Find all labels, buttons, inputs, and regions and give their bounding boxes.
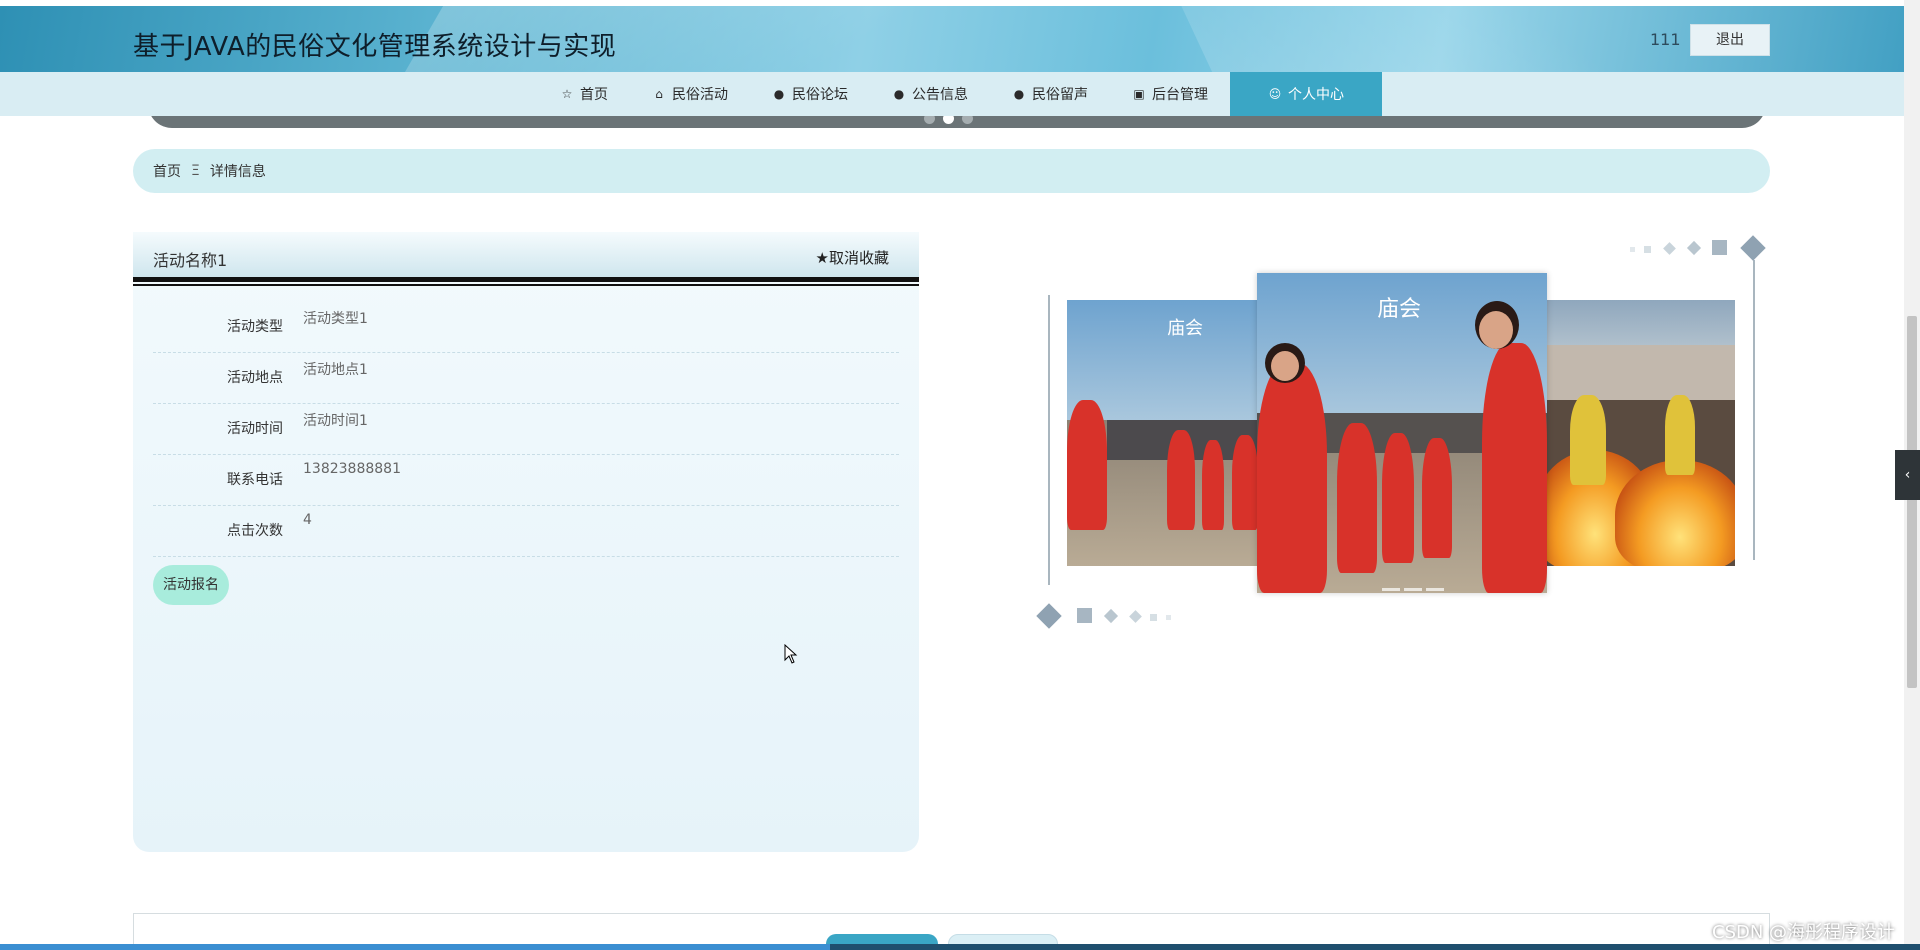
nav-item-label: 后台管理: [1152, 87, 1208, 103]
photo-dancer: [1422, 438, 1452, 558]
decor-diamond: [1686, 240, 1702, 256]
nav-item-label: 公告信息: [912, 87, 968, 103]
field-value: 13823888881: [303, 461, 401, 477]
breadcrumb-separator-icon: Ξ: [191, 163, 200, 179]
photo-logo: 庙会: [1377, 297, 1422, 322]
nav-item-personal-center[interactable]: ☺ 个人中心: [1230, 72, 1382, 116]
nav-item-label: 民俗论坛: [792, 87, 848, 103]
decor-diamond: [1740, 235, 1766, 261]
briefcase-icon: ▣: [1133, 87, 1145, 101]
bag-icon: ⌂: [655, 87, 663, 101]
field-row-contact-phone: 联系电话 13823888881: [153, 455, 899, 506]
nav-item-label: 首页: [580, 87, 608, 103]
detail-fields: 活动类型 活动类型1 活动地点 活动地点1 活动时间 活动时间1 联系电话 13…: [153, 302, 899, 557]
photo-dancer: [1202, 440, 1224, 530]
logout-button[interactable]: 退出: [1690, 24, 1770, 56]
progress-fill: [0, 944, 830, 950]
nav-item-home[interactable]: ☆ 首页: [538, 72, 630, 116]
unfavorite-button[interactable]: ★取消收藏: [816, 247, 889, 268]
chevron-left-icon[interactable]: ‹: [1895, 450, 1920, 500]
decor-square: [1644, 246, 1651, 253]
field-row-activity-location: 活动地点 活动地点1: [153, 353, 899, 404]
decor-diamond: [1036, 603, 1062, 629]
carousel-slide-current[interactable]: 庙会: [1257, 273, 1547, 593]
nav-item-label: 民俗留声: [1032, 87, 1088, 103]
decor-square: [1166, 615, 1171, 620]
site-header: 基于JAVA的民俗文化管理系统设计与实现 111 退出: [0, 6, 1920, 72]
breadcrumb-home[interactable]: 首页: [153, 161, 181, 181]
decor-line: [1753, 260, 1755, 560]
decor-diamond: [1129, 610, 1142, 623]
carousel-slide-next[interactable]: [1545, 300, 1735, 566]
decor-square: [1630, 247, 1635, 252]
scrollbar-thumb[interactable]: [1907, 316, 1917, 688]
alert-circle-icon: ●: [773, 87, 785, 101]
username[interactable]: 111: [1650, 30, 1681, 49]
nav-item-folk-messages[interactable]: ● 民俗留声: [990, 72, 1110, 116]
photo-fire: [1615, 460, 1735, 566]
page: 基于JAVA的民俗文化管理系统设计与实现 111 退出 ☆ 首页 ⌂ 民俗活动 …: [0, 0, 1920, 950]
decor-diamond: [1663, 242, 1676, 255]
main-nav: ☆ 首页 ⌂ 民俗活动 ● 民俗论坛 ● 公告信息 ● 民俗留声 ▣ 后台管理: [0, 72, 1920, 116]
photo-dancer: [1067, 400, 1107, 530]
unfavorite-label: 取消收藏: [828, 249, 889, 267]
photo-face: [1479, 311, 1513, 349]
decor-square: [1712, 240, 1727, 255]
photo-dancer: [1482, 343, 1547, 593]
decor-square: [1150, 614, 1157, 621]
nav-item-folk-activities[interactable]: ⌂ 民俗活动: [630, 72, 750, 116]
field-label: 活动类型: [227, 319, 283, 335]
nav-item-label: 个人中心: [1288, 87, 1344, 103]
field-label: 活动地点: [227, 370, 283, 386]
field-label: 活动时间: [227, 421, 283, 437]
mouse-cursor-icon: [784, 644, 798, 664]
photo-dancer: [1257, 363, 1327, 593]
photo-logo: 庙会: [1167, 318, 1203, 339]
nav-item-label: 民俗活动: [672, 87, 728, 103]
photo-dancer: [1382, 433, 1414, 563]
info-circle-icon: ●: [1013, 87, 1025, 101]
star-icon: ★: [815, 249, 829, 267]
nav-item-admin[interactable]: ▣ 后台管理: [1110, 72, 1230, 116]
photo-performer: [1570, 395, 1606, 485]
video-progress-bar[interactable]: [0, 944, 1920, 950]
activity-image-carousel: 庙会 庙会: [1030, 235, 1770, 635]
field-row-activity-type: 活动类型 活动类型1: [153, 302, 899, 353]
photo-dancer: [1167, 430, 1195, 530]
detail-panel: 活动名称1 ★取消收藏 活动类型 活动类型1 活动地点 活动地点1 活动时间 活…: [133, 232, 919, 852]
field-label: 联系电话: [227, 472, 283, 488]
photo-dancer: [1337, 423, 1377, 573]
photo-sky: [1067, 300, 1263, 420]
nav-item-folk-forum[interactable]: ● 民俗论坛: [750, 72, 870, 116]
watermark: CSDN @海彤程序设计: [1712, 922, 1896, 943]
decor-diamond: [1103, 608, 1119, 624]
activity-signup-button[interactable]: 活动报名: [153, 565, 229, 605]
site-title: 基于JAVA的民俗文化管理系统设计与实现: [133, 32, 617, 62]
field-label: 点击次数: [227, 523, 283, 539]
detail-header: 活动名称1 ★取消收藏: [133, 232, 919, 286]
carousel-slide-prev[interactable]: 庙会: [1067, 300, 1263, 566]
slide-indicator: [1382, 588, 1444, 591]
field-value: 活动时间1: [303, 413, 368, 429]
decor-square: [1077, 608, 1092, 623]
user-icon: ☺: [1268, 87, 1282, 101]
nav-item-announcements[interactable]: ● 公告信息: [870, 72, 990, 116]
field-row-activity-time: 活动时间 活动时间1: [153, 404, 899, 455]
field-value: 4: [303, 512, 312, 528]
activity-title: 活动名称1: [153, 251, 228, 270]
field-row-click-count: 点击次数 4: [153, 506, 899, 557]
photo-building: [1545, 345, 1735, 405]
star-outline-icon: ☆: [561, 87, 573, 101]
breadcrumb-current: 详情信息: [209, 164, 266, 180]
field-value: 活动地点1: [303, 362, 368, 378]
question-circle-icon: ●: [893, 87, 905, 101]
photo-dancer: [1232, 435, 1258, 530]
decor-line: [1048, 295, 1050, 585]
photo-face: [1271, 351, 1299, 381]
field-value: 活动类型1: [303, 311, 368, 327]
breadcrumb: 首页 Ξ 详情信息: [133, 149, 1770, 193]
photo-performer: [1665, 395, 1695, 475]
